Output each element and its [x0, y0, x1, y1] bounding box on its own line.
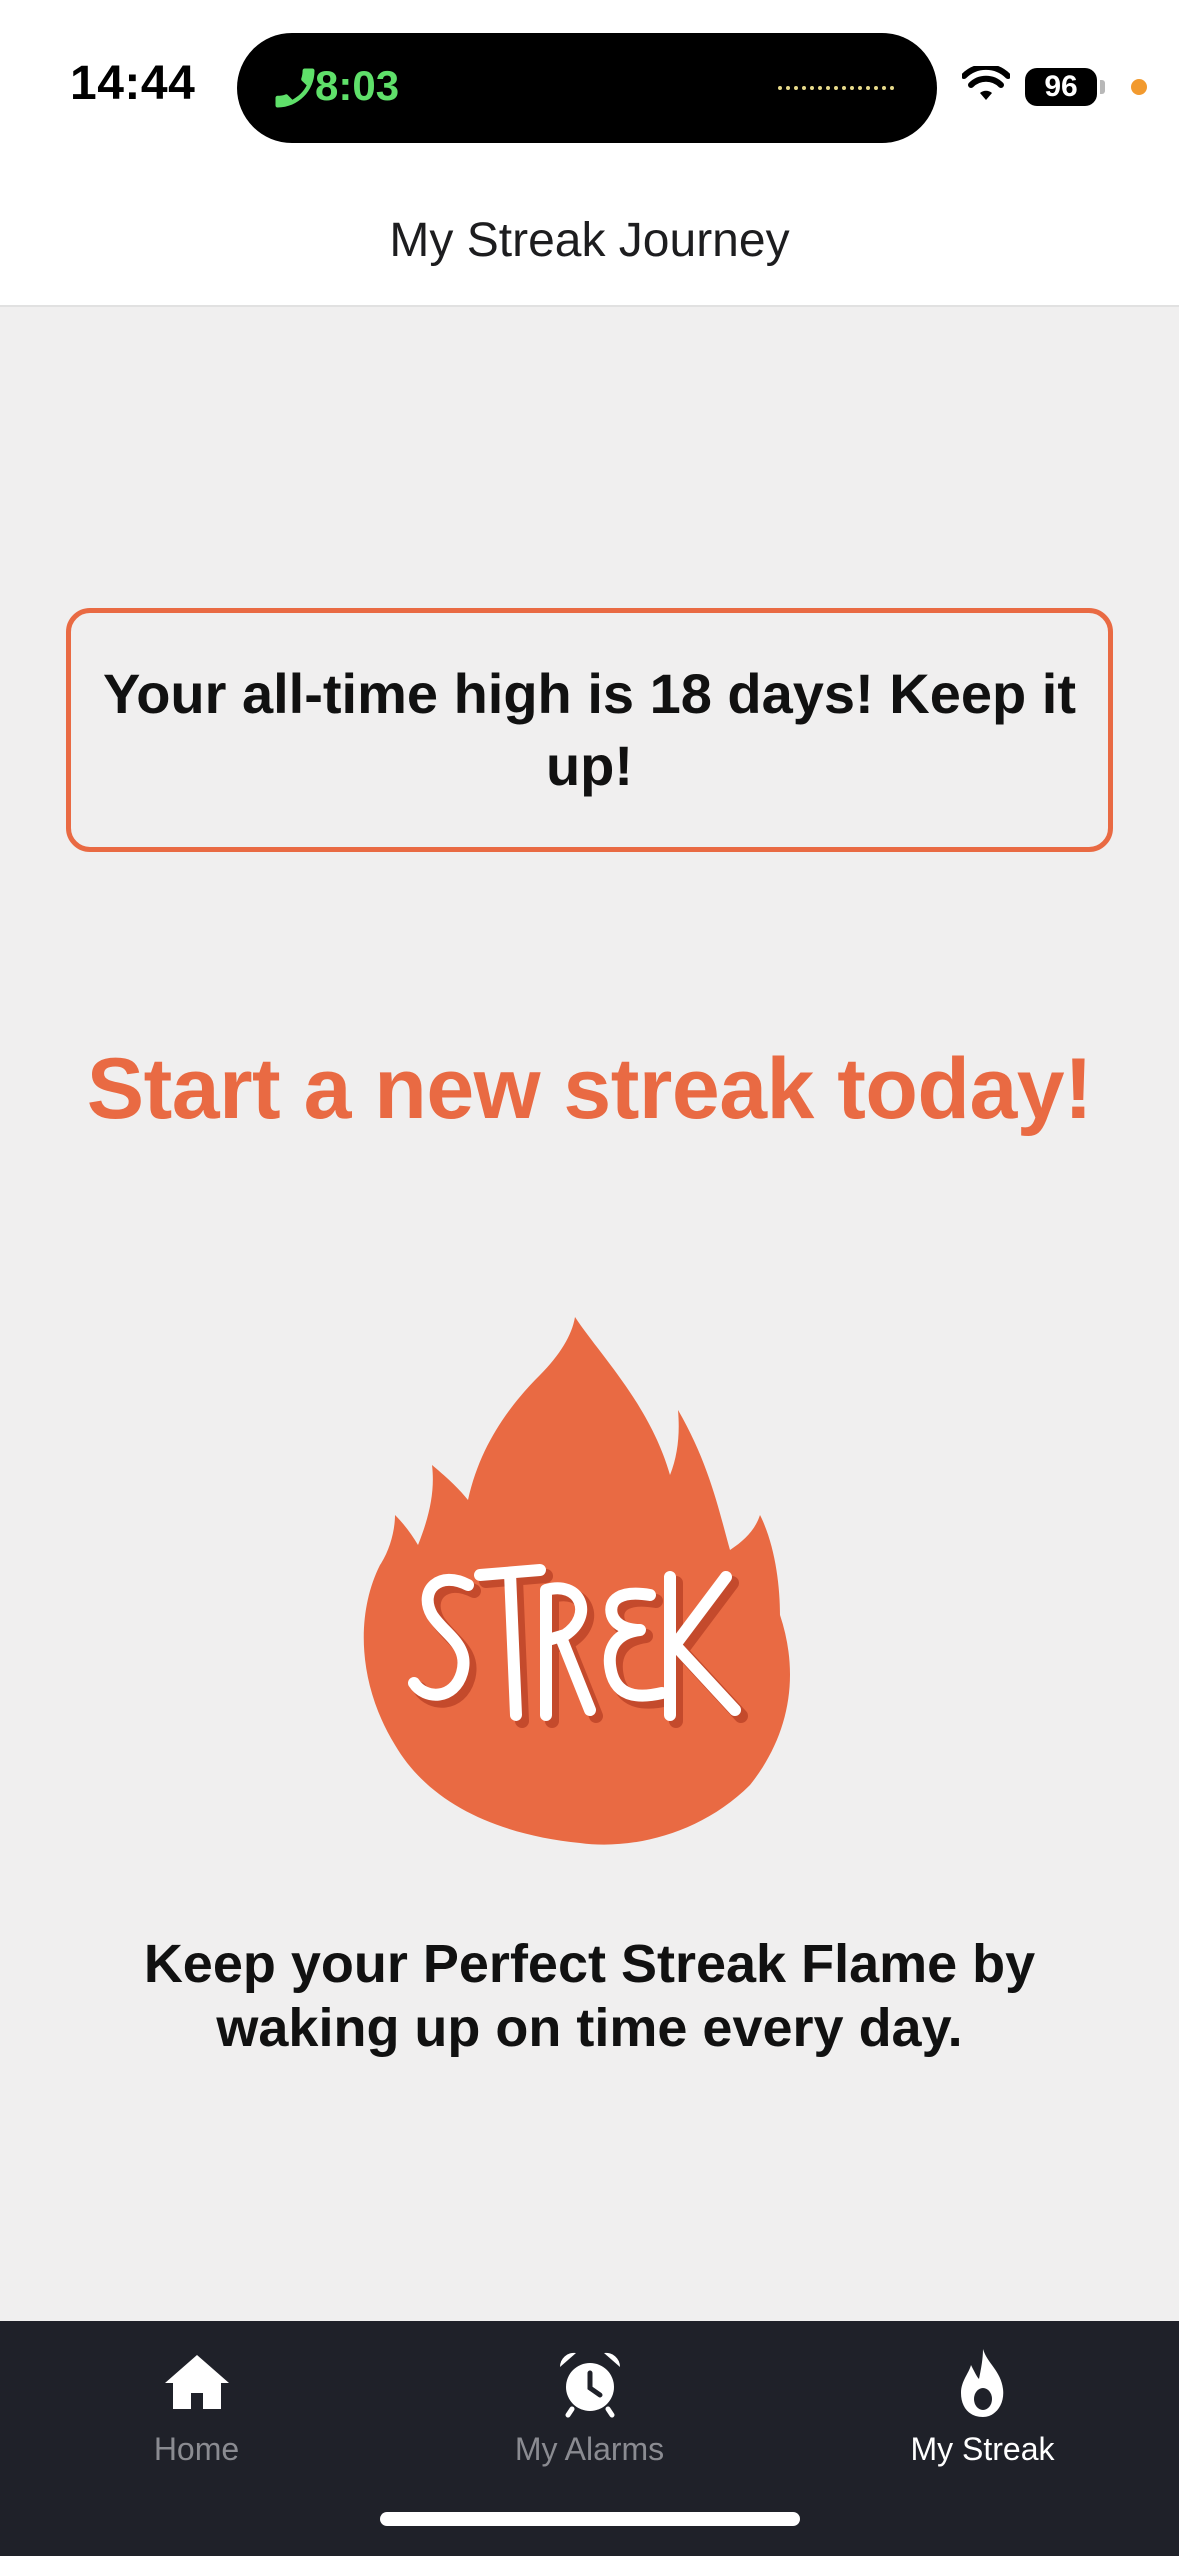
- audio-waveform-icon: [778, 86, 894, 90]
- all-time-high-card: Your all-time high is 18 days! Keep it u…: [66, 608, 1113, 852]
- nav-header: My Streak Journey: [0, 175, 1179, 307]
- page-title: My Streak Journey: [389, 214, 790, 267]
- home-indicator[interactable]: [380, 2512, 800, 2526]
- call-duration: 8:03: [315, 62, 400, 109]
- tab-my-alarms[interactable]: My Alarms: [393, 2321, 786, 2481]
- alarm-clock-icon: [559, 2352, 620, 2418]
- all-time-high-message: Your all-time high is 18 days! Keep it u…: [103, 662, 1076, 797]
- status-time: 14:44: [70, 57, 196, 110]
- tab-home-label: Home: [153, 2431, 240, 2467]
- streak-headline: Start a new streak today!: [86, 1041, 1093, 1137]
- privacy-indicator: [1131, 79, 1147, 95]
- wifi-icon: [962, 66, 1010, 100]
- flame-icon: [960, 2349, 1003, 2417]
- battery-level: 96: [1025, 68, 1097, 106]
- dynamic-island-call[interactable]: 8:03: [237, 33, 937, 143]
- tab-my-streak[interactable]: My Streak: [786, 2321, 1179, 2481]
- tab-my-alarms-label: My Alarms: [514, 2431, 665, 2467]
- streak-caption: Keep your Perfect Streak Flame by waking…: [143, 1934, 1036, 2058]
- home-icon: [164, 2355, 229, 2409]
- streak-flame-icon: [363, 1317, 790, 1845]
- status-bar: 14:44 8:03 96: [0, 0, 1179, 175]
- tab-home[interactable]: Home: [0, 2321, 393, 2481]
- phone-icon: [275, 68, 315, 108]
- tab-my-streak-label: My Streak: [910, 2431, 1055, 2467]
- battery-nub: [1100, 80, 1105, 94]
